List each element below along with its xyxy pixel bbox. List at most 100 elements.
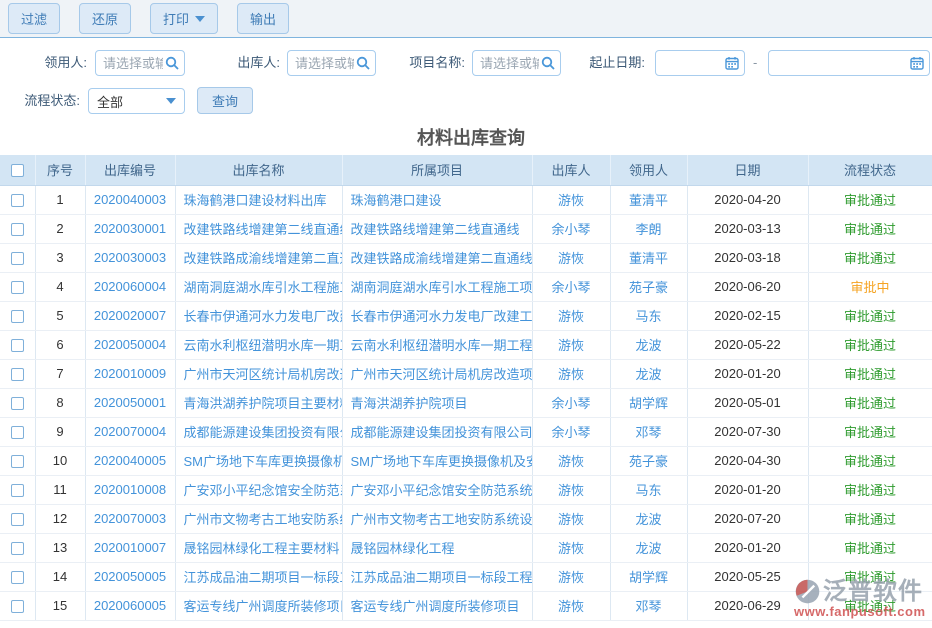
issuer-link[interactable]: 游恢 — [532, 591, 610, 620]
project-link[interactable]: 长春市伊通河水力发电厂改建工程 — [342, 301, 532, 330]
recipient-link[interactable]: 龙波 — [610, 330, 687, 359]
outbound-name-link[interactable]: 晟铭园林绿化工程主要材料 — [175, 533, 342, 562]
query-button[interactable]: 查询 — [197, 87, 253, 114]
issuer-link[interactable]: 游恢 — [532, 359, 610, 388]
recipient-picker[interactable] — [95, 50, 185, 76]
recipient-link[interactable]: 龙波 — [610, 359, 687, 388]
issuer-picker[interactable] — [287, 50, 376, 76]
outbound-name-link[interactable]: 改建铁路线增建第二线直通线 — [175, 214, 342, 243]
row-checkbox[interactable] — [11, 368, 24, 381]
row-checkbox[interactable] — [11, 397, 24, 410]
issuer-link[interactable]: 余小琴 — [532, 388, 610, 417]
project-link[interactable]: 青海洪湖养护院项目 — [342, 388, 532, 417]
recipient-input[interactable] — [96, 51, 165, 75]
project-link[interactable]: 晟铭园林绿化工程 — [342, 533, 532, 562]
project-link[interactable]: 江苏成品油二期项目一标段工程 — [342, 562, 532, 591]
outbound-name-link[interactable]: 青海洪湖养护院项目主要材料 — [175, 388, 342, 417]
issuer-input[interactable] — [288, 51, 356, 75]
date-from-field[interactable] — [655, 50, 745, 76]
recipient-link[interactable]: 苑子豪 — [610, 446, 687, 475]
select-all-checkbox[interactable] — [11, 164, 24, 177]
outbound-id-link[interactable]: 2020040003 — [85, 185, 175, 214]
row-checkbox[interactable] — [11, 252, 24, 265]
outbound-id-link[interactable]: 2020050004 — [85, 330, 175, 359]
issuer-link[interactable]: 余小琴 — [532, 214, 610, 243]
print-button[interactable]: 打印 — [150, 3, 218, 34]
issuer-link[interactable]: 游恢 — [532, 330, 610, 359]
row-checkbox[interactable] — [11, 513, 24, 526]
issuer-link[interactable]: 游恢 — [532, 185, 610, 214]
issuer-link[interactable]: 游恢 — [532, 475, 610, 504]
project-link[interactable]: 湖南洞庭湖水库引水工程施工项目 — [342, 272, 532, 301]
recipient-link[interactable]: 董清平 — [610, 243, 687, 272]
recipient-link[interactable]: 董清平 — [610, 185, 687, 214]
recipient-link[interactable]: 马东 — [610, 301, 687, 330]
outbound-id-link[interactable]: 2020060005 — [85, 591, 175, 620]
project-link[interactable]: SM广场地下车库更换摄像机及安装 — [342, 446, 532, 475]
outbound-name-link[interactable]: 改建铁路成渝线增建第二直通线 — [175, 243, 342, 272]
recipient-link[interactable]: 龙波 — [610, 504, 687, 533]
project-link[interactable]: 珠海鹤港口建设 — [342, 185, 532, 214]
outbound-id-link[interactable]: 2020060004 — [85, 272, 175, 301]
search-icon[interactable] — [356, 56, 370, 70]
recipient-link[interactable]: 马东 — [610, 475, 687, 504]
outbound-id-link[interactable]: 2020030003 — [85, 243, 175, 272]
outbound-id-link[interactable]: 2020070003 — [85, 504, 175, 533]
recipient-link[interactable]: 李朗 — [610, 214, 687, 243]
issuer-link[interactable]: 游恢 — [532, 301, 610, 330]
filter-button[interactable]: 过滤 — [8, 3, 60, 34]
outbound-id-link[interactable]: 2020010008 — [85, 475, 175, 504]
outbound-id-link[interactable]: 2020020007 — [85, 301, 175, 330]
row-checkbox[interactable] — [11, 310, 24, 323]
recipient-link[interactable]: 邓琴 — [610, 591, 687, 620]
outbound-id-link[interactable]: 2020050001 — [85, 388, 175, 417]
recipient-link[interactable]: 苑子豪 — [610, 272, 687, 301]
issuer-link[interactable]: 游恢 — [532, 562, 610, 591]
calendar-icon[interactable] — [725, 56, 739, 70]
project-link[interactable]: 广州市文物考古工地安防系统设计 — [342, 504, 532, 533]
date-to-field[interactable] — [768, 50, 930, 76]
issuer-link[interactable]: 余小琴 — [532, 272, 610, 301]
row-checkbox[interactable] — [11, 194, 24, 207]
outbound-name-link[interactable]: 云南水利枢纽潜明水库一期工程 — [175, 330, 342, 359]
outbound-name-link[interactable]: SM广场地下车库更换摄像机及安装 — [175, 446, 342, 475]
project-link[interactable]: 广州市天河区统计局机房改造项目 — [342, 359, 532, 388]
date-to-input[interactable] — [769, 51, 910, 75]
recipient-link[interactable]: 胡学辉 — [610, 562, 687, 591]
issuer-link[interactable]: 游恢 — [532, 533, 610, 562]
date-from-input[interactable] — [656, 51, 725, 75]
issuer-link[interactable]: 游恢 — [532, 446, 610, 475]
row-checkbox[interactable] — [11, 600, 24, 613]
outbound-id-link[interactable]: 2020050005 — [85, 562, 175, 591]
outbound-name-link[interactable]: 广州市文物考古工地安防系统 — [175, 504, 342, 533]
search-icon[interactable] — [541, 56, 555, 70]
project-input[interactable] — [473, 51, 541, 75]
row-checkbox[interactable] — [11, 223, 24, 236]
row-checkbox[interactable] — [11, 426, 24, 439]
issuer-link[interactable]: 余小琴 — [532, 417, 610, 446]
row-checkbox[interactable] — [11, 542, 24, 555]
search-icon[interactable] — [165, 56, 179, 70]
recipient-link[interactable]: 邓琴 — [610, 417, 687, 446]
recipient-link[interactable]: 胡学辉 — [610, 388, 687, 417]
export-button[interactable]: 输出 — [237, 3, 289, 34]
issuer-link[interactable]: 游恢 — [532, 243, 610, 272]
outbound-name-link[interactable]: 客运专线广州调度所装修项目 — [175, 591, 342, 620]
project-picker[interactable] — [472, 50, 561, 76]
outbound-id-link[interactable]: 2020030001 — [85, 214, 175, 243]
project-link[interactable]: 改建铁路成渝线增建第二直通线 — [342, 243, 532, 272]
project-link[interactable]: 成都能源建设集团投资有限公司 — [342, 417, 532, 446]
outbound-name-link[interactable]: 成都能源建设集团投资有限公司 — [175, 417, 342, 446]
row-checkbox[interactable] — [11, 571, 24, 584]
outbound-name-link[interactable]: 广安邓小平纪念馆安全防范系统 — [175, 475, 342, 504]
outbound-name-link[interactable]: 广州市天河区统计局机房改造 — [175, 359, 342, 388]
outbound-name-link[interactable]: 长春市伊通河水力发电厂改建 — [175, 301, 342, 330]
row-checkbox[interactable] — [11, 455, 24, 468]
outbound-name-link[interactable]: 珠海鹤港口建设材料出库 — [175, 185, 342, 214]
project-link[interactable]: 广安邓小平纪念馆安全防范系统 — [342, 475, 532, 504]
outbound-id-link[interactable]: 2020040005 — [85, 446, 175, 475]
row-checkbox[interactable] — [11, 484, 24, 497]
row-checkbox[interactable] — [11, 281, 24, 294]
outbound-name-link[interactable]: 湖南洞庭湖水库引水工程施工 — [175, 272, 342, 301]
project-link[interactable]: 改建铁路线增建第二线直通线 — [342, 214, 532, 243]
